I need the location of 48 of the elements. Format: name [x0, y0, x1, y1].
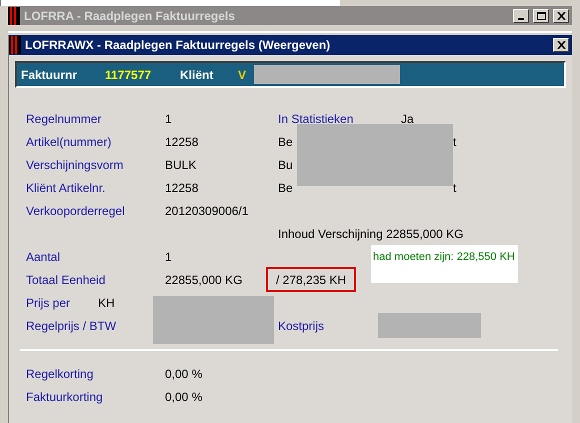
field-value: Inhoud Verschijning 22855,000 KG [278, 226, 464, 242]
invoice-label: Faktuurnr [21, 66, 78, 84]
field-label: Faktuurkorting [26, 388, 104, 406]
field-value: Be [278, 134, 293, 150]
field-value: 1 [165, 248, 172, 266]
field-value: 1 [165, 110, 173, 128]
field-label: Totaal Eenheid [26, 272, 106, 288]
field-value: Ja [401, 110, 414, 128]
field-value: KH [98, 294, 115, 312]
field-label: Verkooporderregel [26, 202, 126, 220]
minimize-icon [518, 18, 524, 20]
field-label: Aantal [26, 248, 62, 266]
app-icon [8, 6, 20, 24]
close-button[interactable] [553, 8, 569, 22]
close-icon [556, 12, 566, 20]
field-value: 20120309006/1 [165, 202, 250, 220]
highlighted-value: / 278,235 KH [266, 267, 356, 292]
window-title: LOFRRA - Raadplegen Faktuurregels [24, 8, 235, 24]
field-label: In Statistieken [278, 110, 354, 128]
close-button[interactable] [553, 38, 569, 52]
field-value: t [453, 134, 456, 150]
app-icon [9, 36, 21, 54]
field-value: BULK [165, 156, 198, 174]
field-value: 12258 [165, 180, 200, 196]
maximize-icon [536, 12, 546, 20]
field-label: Regelnummer [26, 110, 102, 128]
minimize-button[interactable] [513, 8, 529, 22]
field-label: Verschijningsvorm [26, 156, 124, 174]
maximize-button[interactable] [533, 8, 549, 22]
field-value: 22855,000 KG [165, 272, 244, 288]
field-label: Prijs per [26, 294, 72, 312]
field-value: 12258 [165, 134, 200, 150]
client-name: V [238, 66, 246, 84]
field-label: Kostprijs [278, 318, 326, 334]
field-value: 0,00 % [165, 388, 202, 406]
comment-text: had moeten zijn: 228,550 KH [373, 251, 515, 263]
invoice-number: 1177577 [105, 66, 152, 84]
field-value: t [453, 180, 456, 196]
field-label: Regelprijs / BTW [26, 318, 118, 334]
field-value: Be [278, 180, 293, 196]
field-value: 0,00 % [165, 366, 202, 382]
field-label: Kliënt Artikelnr. [26, 180, 106, 196]
field-label: Artikel(nummer) [26, 134, 112, 150]
close-icon [556, 41, 566, 49]
field-label: Regelkorting [26, 366, 94, 382]
client-label: Kliënt [180, 66, 214, 84]
dialog-title: LOFRRAWX - Raadplegen Faktuurregels (Weergeven) [25, 37, 330, 54]
field-value: Bu [278, 156, 293, 174]
